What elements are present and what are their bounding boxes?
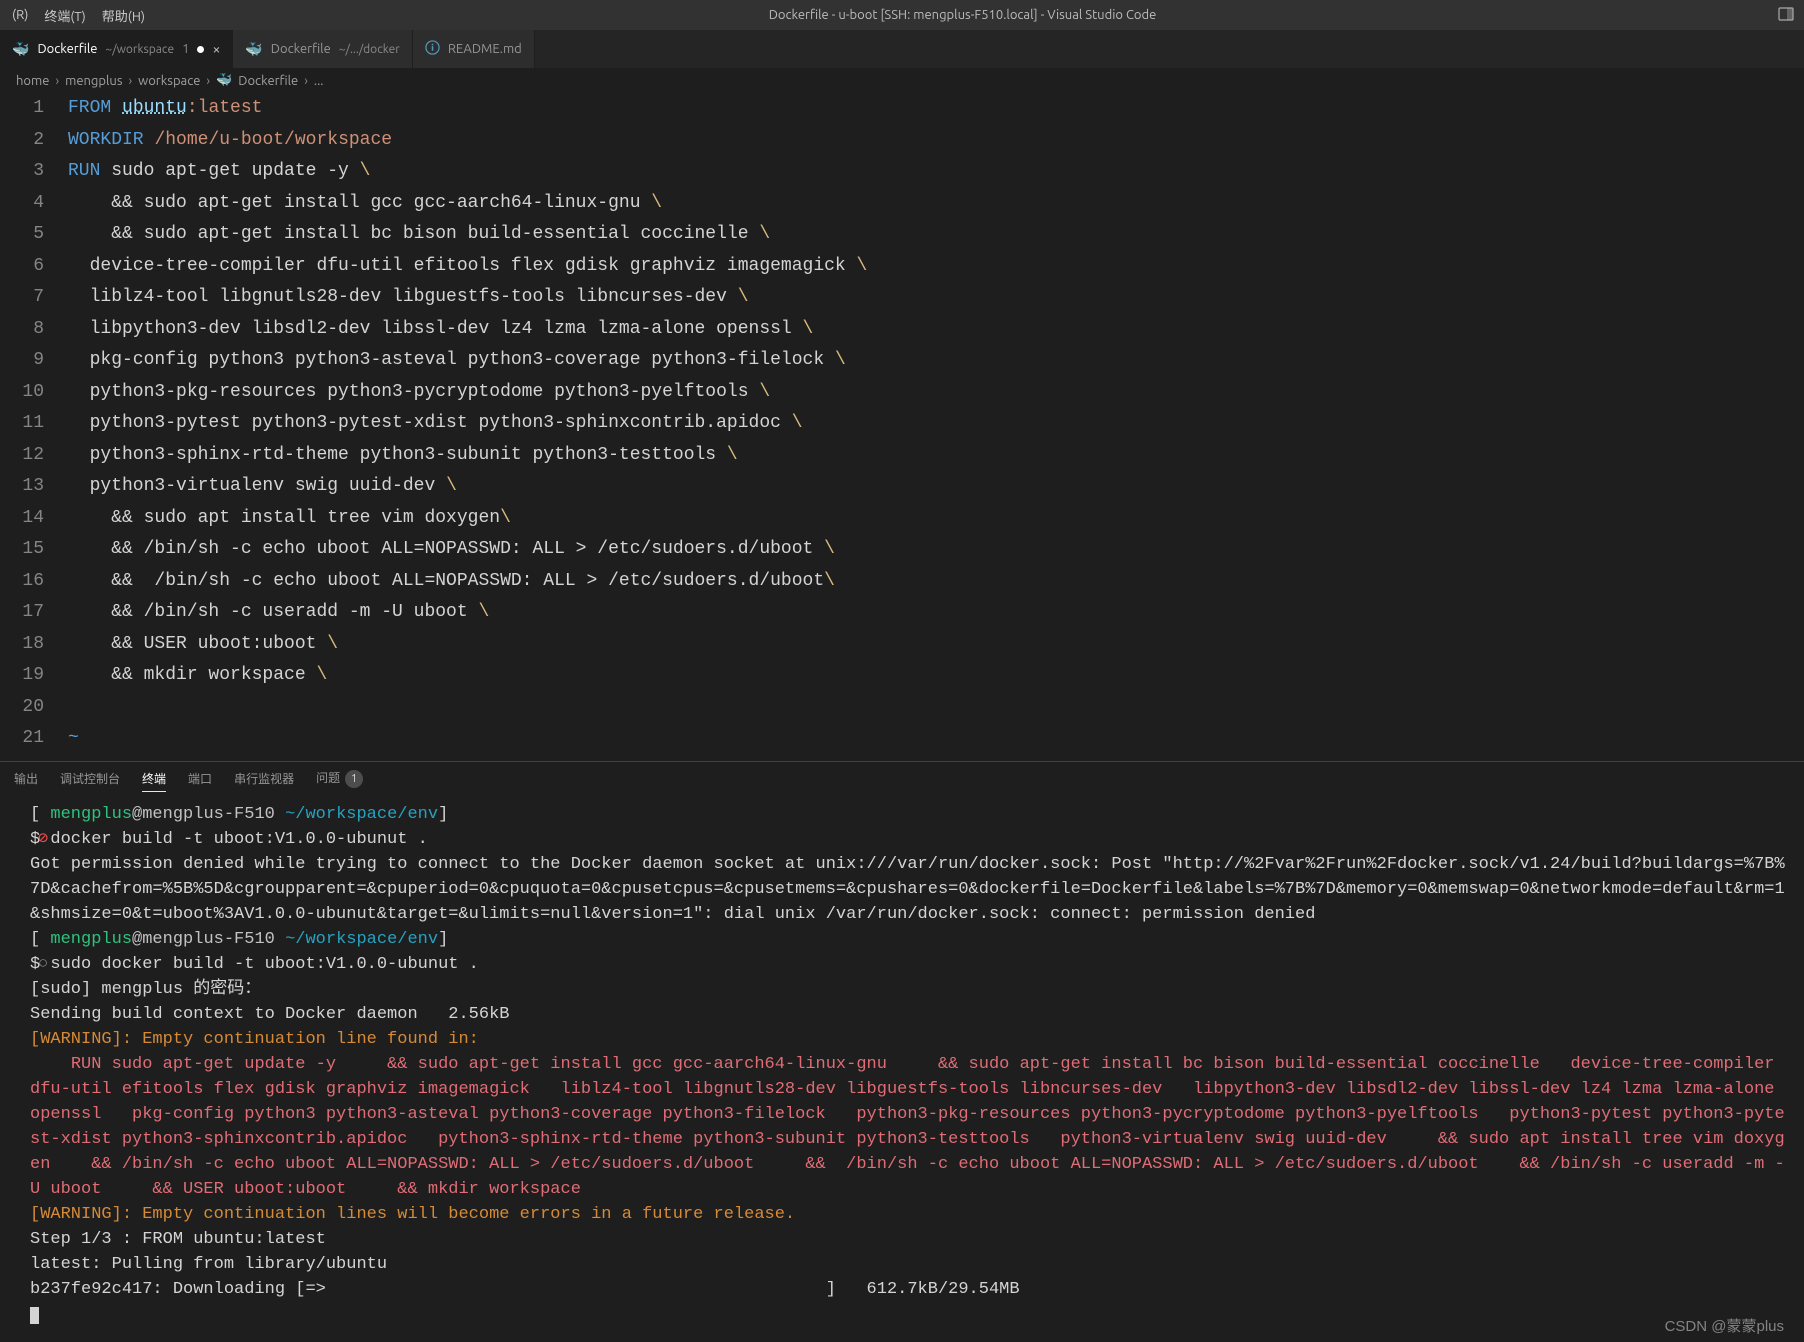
breadcrumb-segment[interactable]: mengplus bbox=[65, 74, 122, 88]
docker-icon: 🐳 bbox=[12, 41, 29, 58]
tab-count: 1 bbox=[182, 42, 189, 56]
code-area[interactable]: FROM ubuntu:latestWORKDIR /home/u-boot/w… bbox=[68, 93, 1804, 755]
editor-tabs: 🐳 Dockerfile ~/workspace 1 × 🐳 Dockerfile ~/...… bbox=[0, 30, 1804, 68]
panel-tab-串行监视器[interactable]: 串行监视器 bbox=[234, 766, 294, 791]
docker-icon: 🐳 bbox=[216, 73, 232, 88]
panel-tab-输出[interactable]: 输出 bbox=[14, 766, 38, 791]
menu-item-terminal[interactable]: 终端(T) bbox=[36, 2, 93, 29]
breadcrumb-segment[interactable]: Dockerfile bbox=[238, 74, 298, 88]
breadcrumb[interactable]: home › mengplus › workspace › 🐳 Dockerfile ›... bbox=[0, 68, 1804, 93]
editor[interactable]: 123456789101112131415161718192021 FROM u… bbox=[0, 93, 1804, 761]
tab-1[interactable]: 🐳 Dockerfile ~/.../docker bbox=[233, 30, 412, 68]
window-title: Dockerfile - u-boot [SSH: mengplus-F510.… bbox=[153, 8, 1772, 22]
panel-tabs: 输出调试控制台终端端口串行监视器问题1 bbox=[0, 762, 1804, 796]
circle-icon: ○ bbox=[38, 952, 48, 977]
tab-0[interactable]: 🐳 Dockerfile ~/workspace 1 × bbox=[0, 30, 233, 68]
modified-dot-icon bbox=[197, 46, 204, 53]
panel-tab-端口[interactable]: 端口 bbox=[188, 766, 212, 791]
panel-tab-调试控制台[interactable]: 调试控制台 bbox=[60, 766, 120, 791]
panel-tab-终端[interactable]: 终端 bbox=[142, 766, 166, 792]
tab-detail: ~/workspace bbox=[105, 43, 174, 56]
terminal-content[interactable]: [ mengplus@mengplus-F510 ~/workspace/env… bbox=[0, 796, 1804, 1342]
breadcrumb-segment[interactable]: ... bbox=[314, 74, 324, 88]
chevron-right-icon: › bbox=[206, 74, 210, 88]
watermark: CSDN @蒙蒙plus bbox=[1665, 1315, 1784, 1336]
bottom-panel: 输出调试控制台终端端口串行监视器问题1 [ mengplus@mengplus-… bbox=[0, 761, 1804, 1342]
layout-toggle-icon[interactable] bbox=[1772, 2, 1800, 29]
chevron-right-icon: › bbox=[128, 74, 132, 88]
tab-label: README.md bbox=[448, 42, 522, 56]
tab-detail: ~/.../docker bbox=[339, 43, 400, 56]
chevron-right-icon: › bbox=[55, 74, 59, 88]
info-icon bbox=[425, 40, 440, 58]
breadcrumb-segment[interactable]: home bbox=[16, 74, 49, 88]
error-dot-icon: ⊘ bbox=[38, 827, 48, 852]
close-icon[interactable]: × bbox=[212, 41, 220, 57]
breadcrumb-segment[interactable]: workspace bbox=[138, 74, 200, 88]
terminal-cursor bbox=[30, 1307, 39, 1324]
panel-tab-问题[interactable]: 问题1 bbox=[316, 765, 363, 792]
menu-item-r[interactable]: (R) bbox=[4, 4, 36, 26]
menu-item-help[interactable]: 帮助(H) bbox=[94, 2, 153, 29]
tab-label: Dockerfile bbox=[271, 42, 331, 56]
tab-2[interactable]: README.md bbox=[413, 30, 535, 68]
chevron-right-icon: › bbox=[304, 74, 308, 88]
line-gutter: 123456789101112131415161718192021 bbox=[0, 93, 68, 755]
tab-label: Dockerfile bbox=[37, 42, 97, 56]
docker-icon: 🐳 bbox=[245, 41, 262, 58]
badge: 1 bbox=[345, 770, 363, 788]
title-bar: (R) 终端(T) 帮助(H) Dockerfile - u-boot [SSH… bbox=[0, 0, 1804, 30]
